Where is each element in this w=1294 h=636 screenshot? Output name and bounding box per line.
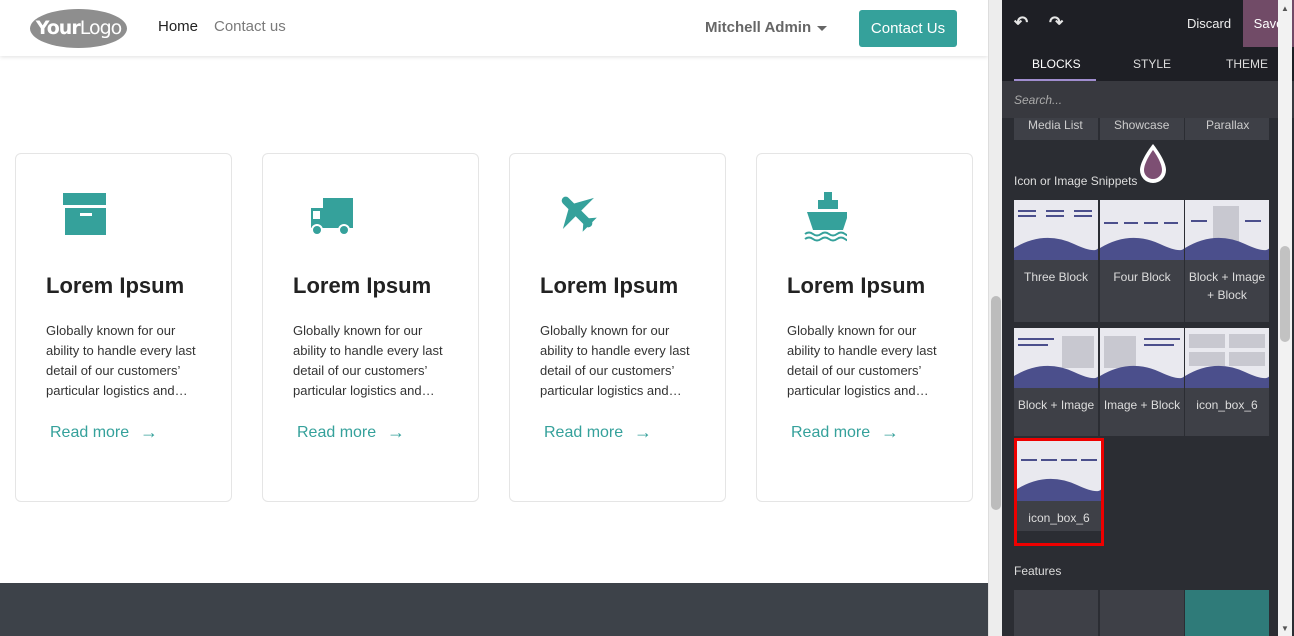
scrollbar-thumb[interactable] [1280,246,1290,342]
card-title: Lorem Ipsum [540,273,679,298]
user-name: Mitchell Admin [705,19,812,36]
card-title: Lorem Ipsum [787,273,926,298]
tab-theme[interactable]: THEME [1226,57,1268,71]
footer-band [0,583,988,636]
snippet-preview [1185,200,1269,260]
snippet-label: Showcase [1114,118,1170,132]
snippet-preview [1100,200,1184,260]
section-title-icon-image: Icon or Image Snippets [1014,174,1138,188]
feature-card: Lorem Ipsum Globally known for our abili… [509,153,726,502]
editor-scrollbar[interactable]: ▲ ▼ [1278,0,1292,636]
snippet-preview [1014,328,1098,388]
truck-icon [311,198,353,236]
card-description: Globally known for our ability to handle… [293,323,443,398]
snippet-label: Image + Block [1103,398,1181,412]
snippet-three-block[interactable]: Three Block [1014,200,1098,322]
snippet-label: Media List [1028,118,1083,132]
undo-icon[interactable]: ↶ [1014,13,1028,33]
caret-down-icon [817,25,828,31]
read-more-link[interactable]: Read more [297,424,376,442]
logo-text-thin: Logo [79,17,123,39]
snippet-label: icon_box_6 [1196,398,1258,412]
snippet-preview [1100,328,1184,388]
logo-text-bold: Your [35,17,81,39]
snippet-label: Block + Image + Block [1188,270,1266,302]
section-title-features: Features [1014,564,1062,578]
website-preview: YourLogo Home Contact us Mitchell Admin … [0,0,988,636]
card-description: Globally known for our ability to handle… [540,323,690,398]
feature-card: Lorem Ipsum Globally known for our abili… [15,153,232,502]
snippet-preview [1014,200,1098,260]
discard-button[interactable]: Discard [1187,16,1231,31]
user-menu[interactable]: Mitchell Admin [705,19,828,36]
snippet-image-block[interactable]: Image + Block [1100,328,1184,436]
snippet-block-image-block[interactable]: Block + Image + Block [1185,200,1269,322]
snippet-features-1[interactable] [1014,590,1098,636]
search-input[interactable] [1002,81,1294,118]
card-description: Globally known for our ability to handle… [46,323,196,398]
drop-icon [1140,144,1166,183]
snippet-label: Parallax [1206,118,1250,132]
snippet-features-3[interactable] [1185,590,1269,636]
feature-card: Lorem Ipsum Globally known for our abili… [756,153,973,502]
snippet-label: Block + Image [1017,398,1095,412]
card-title: Lorem Ipsum [293,273,432,298]
card-title: Lorem Ipsum [46,273,185,298]
arrow-right-icon[interactable]: → [634,422,652,443]
snippet-preview [1185,328,1269,388]
ship-icon [804,192,847,242]
arrow-right-icon[interactable]: → [387,422,405,443]
selection-highlight [1014,438,1104,546]
tab-blocks[interactable]: BLOCKS [1032,57,1081,71]
editor-toolbar: ↶ ↷ Discard Save [1002,0,1294,47]
tab-style[interactable]: STYLE [1133,57,1171,71]
snippet-four-block[interactable]: Four Block [1100,200,1184,322]
snippet-features-2[interactable] [1100,590,1184,636]
snippet-block-image[interactable]: Block + Image [1014,328,1098,436]
read-more-link[interactable]: Read more [544,424,623,442]
feature-card: Lorem Ipsum Globally known for our abili… [262,153,479,502]
snippet-label: Three Block [1023,270,1089,284]
nav-contact-us[interactable]: Contact us [214,18,286,35]
card-description: Globally known for our ability to handle… [787,323,937,398]
redo-icon[interactable]: ↷ [1049,13,1063,33]
arrow-right-icon[interactable]: → [881,422,899,443]
search-bar [1002,81,1294,118]
scroll-down-icon[interactable]: ▼ [1281,624,1289,633]
scroll-up-icon[interactable]: ▲ [1281,4,1289,13]
editor-tabs: BLOCKS STYLE THEME [1002,47,1294,81]
snippet-label: Four Block [1113,270,1171,284]
website-scrollbar[interactable] [988,0,1002,636]
archive-box-icon [63,193,106,235]
read-more-link[interactable]: Read more [50,424,129,442]
navbar: YourLogo Home Contact us Mitchell Admin … [0,0,988,56]
read-more-link[interactable]: Read more [791,424,870,442]
scrollbar-thumb[interactable] [991,296,1001,510]
site-logo[interactable]: YourLogo [30,9,127,48]
snippet-icon-box-6[interactable]: icon_box_6 [1185,328,1269,436]
arrow-right-icon[interactable]: → [140,422,158,443]
contact-us-button[interactable]: Contact Us [859,10,957,47]
editor-panel: ↶ ↷ Discard Save BLOCKS STYLE THEME Medi… [1002,0,1294,636]
airplane-icon [561,196,597,232]
nav-home[interactable]: Home [158,18,198,35]
